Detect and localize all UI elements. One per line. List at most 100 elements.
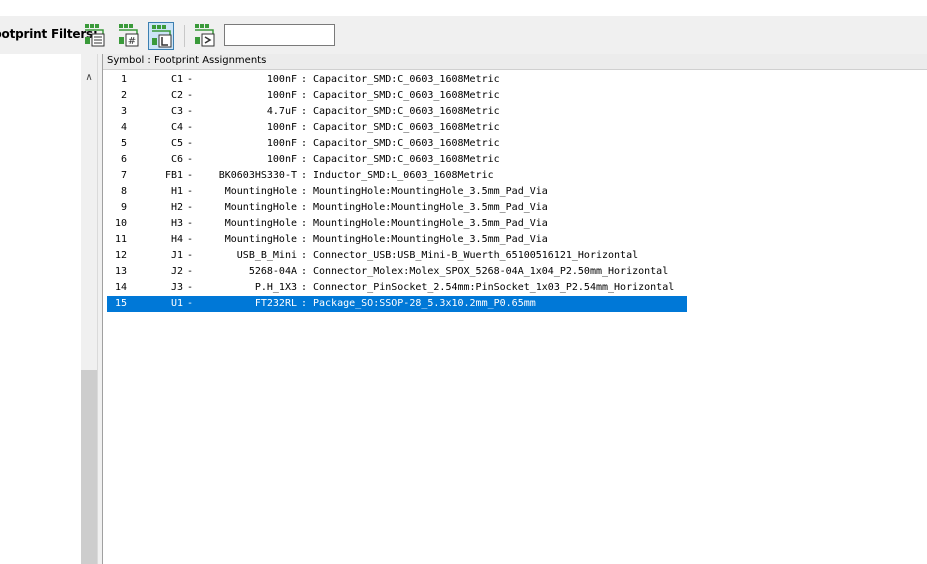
row-number: 15 [114, 298, 127, 309]
toolbar-separator [184, 25, 185, 47]
row-dash: - [187, 266, 194, 277]
row-value: FT232RL [254, 298, 297, 309]
row-separator: : [301, 266, 308, 277]
row-value: 4.7uF [266, 106, 297, 117]
assignment-rows: 1 C1-100nF: Capacitor_SMD:C_0603_1608Metri… [103, 72, 687, 312]
row-separator: : [301, 90, 308, 101]
row-number: 7 [120, 170, 127, 181]
filter-by-text-icon [195, 24, 215, 47]
row-separator: : [301, 122, 308, 133]
row-footprint: MountingHole:MountingHole_3.5mm_Pad_Via [313, 202, 548, 213]
row-separator: : [301, 282, 308, 293]
filter-text-input[interactable] [224, 24, 335, 46]
row-dash: - [187, 138, 194, 149]
row-number: 8 [120, 186, 127, 197]
row-dash: - [187, 186, 194, 197]
row-number: 3 [120, 106, 127, 117]
row-footprint: Capacitor_SMD:C_0603_1608Metric [313, 122, 500, 133]
row-reference: C3 [170, 106, 183, 117]
row-reference: H3 [170, 218, 183, 229]
row-dash: - [187, 90, 194, 101]
row-separator: : [301, 202, 308, 213]
list-item[interactable]: 14 J3- P.H_1X3: Connector_PinSocket_2.54mm:… [107, 280, 687, 296]
row-dash: - [187, 234, 194, 245]
list-item[interactable]: 3 C3- 4.7uF: Capacitor_SMD:C_0603_1608Metri… [107, 104, 687, 120]
row-separator: : [301, 234, 308, 245]
footprint-filter-toolbar: Footprint Filters: # [0, 16, 927, 54]
row-dash: - [187, 106, 194, 117]
filter-by-pin-count-button[interactable]: # [116, 22, 142, 50]
list-item[interactable]: 6 C6- 100nF: Capacitor_SMD:C_0603_1608Metri… [107, 152, 687, 168]
row-dash: - [187, 170, 194, 181]
filter-by-text-button[interactable] [192, 22, 218, 50]
row-reference: U1 [170, 298, 183, 309]
scrollbar-thumb[interactable] [81, 370, 97, 564]
row-value: MountingHole [224, 234, 297, 245]
list-item[interactable]: 10 H3- MountingHole: MountingHole:MountingH… [107, 216, 687, 232]
list-item[interactable]: 13 J2- 5268-04A: Connector_Molex:Molex_SPOX… [107, 264, 687, 280]
row-value: USB_B_Mini [236, 250, 297, 261]
row-value: MountingHole [224, 218, 297, 229]
list-item[interactable]: 7 FB1- BK0603HS330-T: Inductor_SMD:L_0603_1… [107, 168, 687, 184]
row-footprint: Connector_USB:USB_Mini-B_Wuerth_65100516… [313, 250, 639, 261]
row-number: 14 [114, 282, 127, 293]
list-item[interactable]: 9 H2- MountingHole: MountingHole:MountingHo… [107, 200, 687, 216]
row-value: MountingHole [224, 202, 297, 213]
row-value: 100nF [266, 122, 297, 133]
row-value: 100nF [266, 154, 297, 165]
filter-by-keywords-button[interactable] [82, 22, 108, 50]
row-number: 11 [114, 234, 127, 245]
row-separator: : [301, 298, 308, 309]
list-item[interactable]: 2 C2- 100nF: Capacitor_SMD:C_0603_1608Metri… [107, 88, 687, 104]
filter-by-library-button[interactable] [148, 22, 174, 50]
row-separator: : [301, 138, 308, 149]
row-separator: : [301, 218, 308, 229]
row-dash: - [187, 74, 194, 85]
left-pane-scrollbar[interactable]: ∧ [81, 54, 97, 564]
row-dash: - [187, 218, 194, 229]
row-reference: H4 [170, 234, 183, 245]
list-item[interactable]: 1 C1- 100nF: Capacitor_SMD:C_0603_1608Metri… [107, 72, 687, 88]
row-dash: - [187, 202, 194, 213]
filter-by-library-icon [152, 25, 172, 48]
row-reference: H2 [170, 202, 183, 213]
row-reference: C4 [170, 122, 183, 133]
scroll-up-arrow-icon[interactable]: ∧ [81, 70, 97, 86]
row-footprint: MountingHole:MountingHole_3.5mm_Pad_Via [313, 186, 548, 197]
row-number: 9 [120, 202, 127, 213]
list-item[interactable]: 8 H1- MountingHole: MountingHole:MountingHo… [107, 184, 687, 200]
list-item[interactable]: 11 H4- MountingHole: MountingHole:MountingH… [107, 232, 687, 248]
row-reference: C2 [170, 90, 183, 101]
row-separator: : [301, 170, 308, 181]
row-footprint: Capacitor_SMD:C_0603_1608Metric [313, 74, 500, 85]
row-footprint: Connector_Molex:Molex_SPOX_5268-04A_1x04… [313, 266, 669, 277]
row-reference: C6 [170, 154, 183, 165]
row-reference: J2 [170, 266, 183, 277]
row-footprint: Connector_PinSocket_2.54mm:PinSocket_1x0… [313, 282, 675, 293]
row-reference: J3 [170, 282, 183, 293]
row-value: MountingHole [224, 186, 297, 197]
list-item[interactable]: 12 J1- USB_B_Mini: Connector_USB:USB_Mini-B… [107, 248, 687, 264]
row-dash: - [187, 154, 194, 165]
row-separator: : [301, 250, 308, 261]
symbol-library-pane[interactable] [0, 54, 81, 564]
row-value: 100nF [266, 90, 297, 101]
row-footprint: Capacitor_SMD:C_0603_1608Metric [313, 106, 500, 117]
list-item[interactable]: 4 C4- 100nF: Capacitor_SMD:C_0603_1608Metri… [107, 120, 687, 136]
row-separator: : [301, 74, 308, 85]
row-dash: - [187, 282, 194, 293]
list-item[interactable]: 5 C5- 100nF: Capacitor_SMD:C_0603_1608Metri… [107, 136, 687, 152]
list-item[interactable]: 15 U1- FT232RL: Package_SO:SSOP-28_5.3x10.2… [107, 296, 687, 312]
symbol-footprint-list[interactable]: Symbol : Footprint Assignments 1 C1-100nF… [103, 54, 927, 564]
row-footprint: Capacitor_SMD:C_0603_1608Metric [313, 154, 500, 165]
row-value: 100nF [266, 74, 297, 85]
row-reference: FB1 [164, 170, 183, 181]
row-reference: C1 [170, 74, 183, 85]
list-header: Symbol : Footprint Assignments [103, 54, 927, 70]
row-value: 100nF [266, 138, 297, 149]
row-value: 5268-04A [248, 266, 297, 277]
list-header-label: Symbol : Footprint Assignments [107, 55, 267, 66]
row-separator: : [301, 154, 308, 165]
row-number: 5 [120, 138, 127, 149]
row-dash: - [187, 122, 194, 133]
